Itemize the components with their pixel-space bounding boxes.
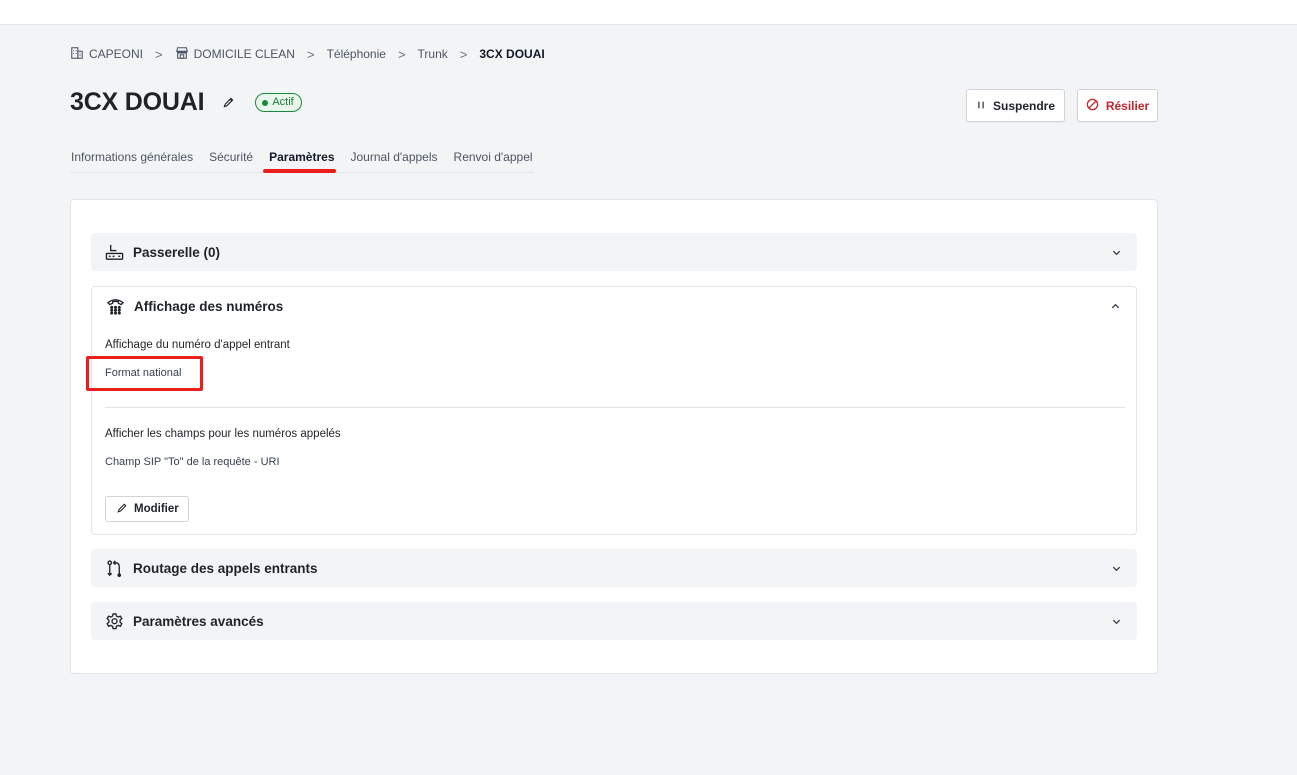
breadcrumb-item-current: 3CX DOUAI (479, 47, 544, 61)
top-bar (0, 0, 1297, 25)
breadcrumb-separator: > (155, 46, 163, 62)
pencil-icon[interactable] (222, 95, 238, 111)
chevron-down-icon (1111, 246, 1123, 258)
tab-journal-appels[interactable]: Journal d'appels (351, 145, 438, 172)
incoming-number-display-value: Format national (105, 367, 182, 379)
chevron-up-icon (1110, 300, 1122, 312)
section-title: Affichage des numéros (134, 298, 284, 314)
breadcrumb-separator: > (397, 46, 406, 62)
pause-icon (976, 99, 986, 113)
building-icon (70, 46, 84, 63)
breadcrumb-label: CAPEONI (89, 47, 144, 61)
suspend-label: Suspendre (992, 98, 1055, 113)
status-label: Actif (272, 96, 294, 108)
status-dot-icon (262, 99, 269, 106)
breadcrumb-item-capeoni[interactable]: CAPEONI (70, 46, 143, 63)
status-badge: Actif (255, 93, 302, 112)
section-title: Passerelle (0) (133, 244, 221, 260)
ban-icon (1086, 98, 1099, 114)
breadcrumb-separator: > (459, 46, 468, 62)
breadcrumb-label: DOMICILE CLEAN (193, 47, 295, 61)
breadcrumb-item-telephonie[interactable]: Téléphonie (327, 47, 386, 61)
tab-securite[interactable]: Sécurité (209, 145, 253, 172)
title-row: 3CX DOUAI Actif (70, 88, 302, 117)
chevron-down-icon (1111, 615, 1123, 627)
gear-icon (104, 611, 124, 631)
suspend-button[interactable]: Suspendre (966, 89, 1065, 122)
breadcrumb-item-trunk[interactable]: Trunk (418, 47, 448, 61)
settings-card: Passerelle (0) Affichage des numéros Aff… (70, 199, 1158, 674)
divider (105, 407, 1125, 408)
incoming-number-display-label: Affichage du numéro d'appel entrant (105, 339, 290, 351)
active-tab-annotation (263, 169, 336, 173)
section-header[interactable]: Paramètres avancés (91, 602, 1137, 640)
section-affichage-numeros: Affichage des numéros Affichage du numér… (91, 286, 1137, 535)
pencil-icon (116, 502, 128, 517)
section-header[interactable]: Routage des appels entrants (91, 549, 1137, 587)
section-header[interactable]: Affichage des numéros (92, 287, 1136, 325)
called-number-fields-value: Champ SIP "To" de la requête - URI (105, 456, 280, 468)
tab-parametres[interactable]: Paramètres (269, 145, 334, 172)
modify-button[interactable]: Modifier (105, 496, 189, 522)
breadcrumb-separator: > (306, 46, 315, 62)
breadcrumb-label: Téléphonie (326, 47, 386, 61)
section-parametres-avances[interactable]: Paramètres avancés (91, 602, 1137, 640)
section-passerelle[interactable]: Passerelle (0) (91, 233, 1137, 271)
tab-informations-generales[interactable]: Informations générales (70, 145, 193, 172)
resilier-label: Résilier (1105, 98, 1150, 113)
section-title: Paramètres avancés (133, 613, 264, 629)
phone-dialpad-icon (105, 296, 125, 316)
page-title: 3CX DOUAI (70, 88, 205, 116)
called-number-fields-label: Afficher les champs pour les numéros app… (105, 428, 341, 440)
breadcrumb: CAPEONI > DOMICILE CLEAN > Téléphonie > … (70, 45, 545, 63)
section-header[interactable]: Passerelle (0) (91, 233, 1137, 271)
breadcrumb-label: 3CX DOUAI (479, 47, 545, 61)
section-routage-appels-entrants[interactable]: Routage des appels entrants (91, 549, 1137, 587)
resilier-button[interactable]: Résilier (1077, 89, 1158, 122)
chevron-down-icon (1111, 562, 1123, 574)
breadcrumb-label: Trunk (417, 47, 448, 61)
routing-arrows-icon (104, 558, 124, 578)
modify-label: Modifier (134, 503, 179, 515)
tab-renvoi-appel[interactable]: Renvoi d'appel (454, 145, 533, 172)
section-title: Routage des appels entrants (133, 560, 318, 576)
breadcrumb-item-domicile-clean[interactable]: DOMICILE CLEAN (175, 46, 295, 63)
store-icon (175, 46, 189, 63)
gateway-icon (104, 242, 124, 262)
